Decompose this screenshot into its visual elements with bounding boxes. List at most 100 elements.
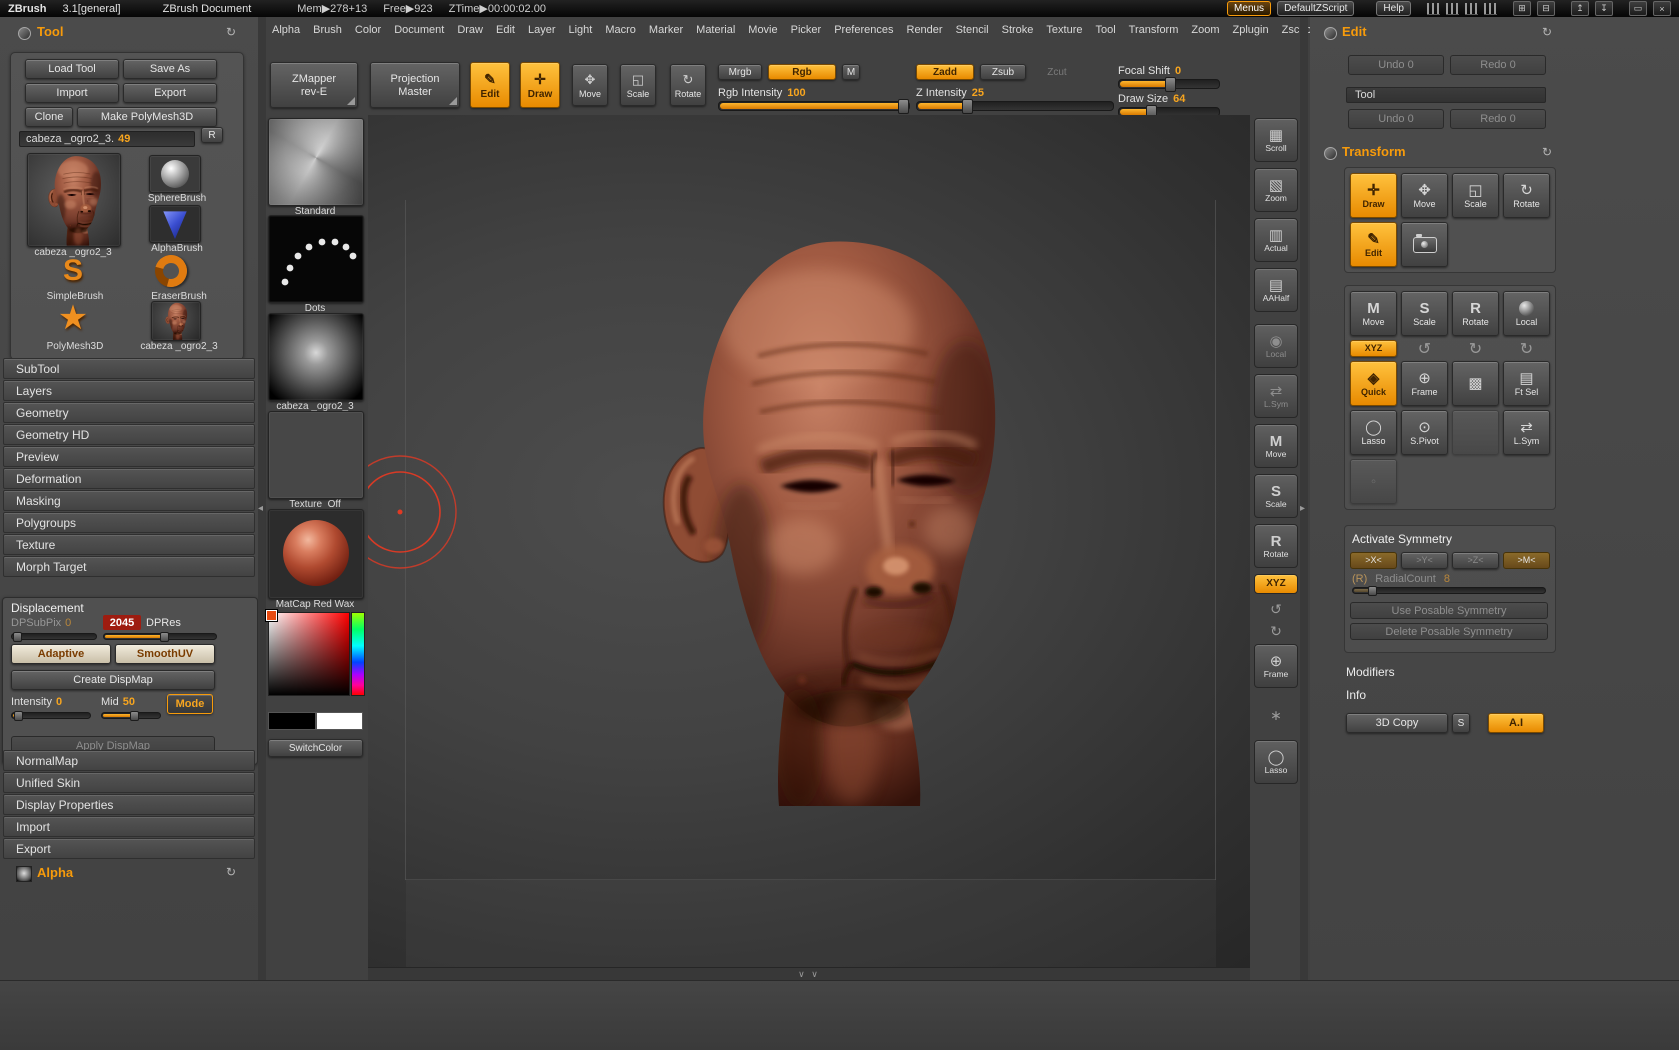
section-import[interactable]: Import (3, 816, 255, 837)
axis-z-rotate-button[interactable]: ↻ (1503, 340, 1550, 358)
transform-rotate-button[interactable]: ↻ Rotate (1503, 173, 1550, 218)
menu-edit[interactable]: Edit (496, 24, 515, 36)
minimize-icon[interactable]: ▭ (1629, 1, 1647, 16)
nav-rotate-button[interactable]: R Rotate (1452, 291, 1499, 336)
alpha-palette-icon[interactable] (16, 866, 32, 882)
xyz-button[interactable]: XYZ (1350, 340, 1397, 357)
spherebrush-thumbnail[interactable] (149, 155, 201, 193)
sym-z-button[interactable]: >Z< (1452, 552, 1499, 569)
tool-redo-button[interactable]: Redo 0 (1450, 109, 1546, 129)
stroke-selector[interactable] (268, 215, 364, 303)
scale-mode-button[interactable]: ◱ Scale (620, 64, 656, 106)
zsub-button[interactable]: Zsub (980, 64, 1026, 80)
ai-button[interactable]: A.I (1488, 713, 1544, 733)
section-export[interactable]: Export (3, 838, 255, 859)
edit-undo-button[interactable]: Undo 0 (1348, 55, 1444, 75)
projection-master-button[interactable]: Projection Master (370, 62, 460, 108)
menu-picker[interactable]: Picker (791, 24, 822, 36)
right-divider[interactable]: ▸ (1300, 17, 1308, 980)
dpsubpix-slider-label[interactable]: DPSubPix 0 (11, 617, 71, 629)
canvas-scrollbar[interactable]: ∨ ∨ (368, 967, 1250, 981)
zmapper-button[interactable]: ZMapper rev-E (270, 62, 358, 108)
draw-mode-button[interactable]: ✛ Draw (520, 62, 560, 108)
sculpt-head-3d-model[interactable] (590, 228, 1060, 808)
tool-subsection-bar[interactable]: Tool (1346, 87, 1546, 103)
alpha-refresh-icon[interactable]: ↻ (226, 865, 236, 879)
right-divider-handle[interactable]: ▸ (1300, 503, 1305, 514)
eraserbrush-thumbnail[interactable] (149, 249, 193, 293)
actual-button[interactable]: ▥ Actual (1254, 218, 1298, 262)
frame-button[interactable]: ⊕ Frame (1254, 644, 1298, 688)
slider-icon[interactable] (1484, 2, 1497, 15)
menu-material[interactable]: Material (696, 24, 735, 36)
rotate-ccw-icon[interactable]: ↺ (1254, 598, 1298, 620)
layout-grid-icon[interactable]: ⊞ (1513, 1, 1531, 16)
info-section[interactable]: Info (1346, 688, 1366, 702)
mrgb-button[interactable]: Mrgb (718, 64, 762, 80)
save-as-button[interactable]: Save As (123, 59, 217, 79)
axis-y-rotate-button[interactable]: ↻ (1452, 340, 1499, 358)
layout-grid2-icon[interactable]: ⊟ (1537, 1, 1555, 16)
displacement-title[interactable]: Displacement (11, 601, 84, 615)
alpha-selector[interactable] (268, 313, 364, 401)
texture-selector[interactable] (268, 411, 364, 499)
mid-slider-label[interactable]: Mid 50 (101, 696, 135, 708)
menu-stroke[interactable]: Stroke (1002, 24, 1034, 36)
menu-macro[interactable]: Macro (605, 24, 636, 36)
dpres-slider[interactable] (103, 632, 217, 642)
section-geometry-hd[interactable]: Geometry HD (3, 424, 255, 445)
menu-preferences[interactable]: Preferences (834, 24, 893, 36)
quick-button[interactable]: ◈ Quick (1350, 361, 1397, 406)
section-polygroups[interactable]: Polygroups (3, 512, 255, 533)
import-button[interactable]: Import (25, 83, 119, 103)
lasso-button[interactable]: ◯ Lasso (1254, 740, 1298, 784)
r-toggle[interactable]: (R) (1352, 573, 1367, 585)
modifiers-section[interactable]: Modifiers (1346, 665, 1395, 679)
scrollbar-chevrons-icon[interactable]: ∨ ∨ (798, 969, 820, 980)
cabeza-thumbnail[interactable] (151, 301, 201, 341)
current-tool-thumbnail[interactable] (27, 153, 121, 247)
menu-light[interactable]: Light (569, 24, 593, 36)
material-selector[interactable] (268, 509, 364, 599)
3d-copy-button[interactable]: 3D Copy (1346, 713, 1448, 733)
left-divider-handle[interactable]: ◂ (258, 503, 263, 514)
edit-refresh-icon[interactable]: ↻ (1542, 25, 1552, 39)
menu-texture[interactable]: Texture (1046, 24, 1082, 36)
section-texture[interactable]: Texture (3, 534, 255, 555)
use-posable-symmetry-button[interactable]: Use Posable Symmetry (1350, 602, 1548, 619)
menu-transform[interactable]: Transform (1129, 24, 1179, 36)
close-icon[interactable]: × (1653, 1, 1671, 16)
edit-palette-icon[interactable] (1324, 27, 1337, 40)
section-morph-target[interactable]: Morph Target (3, 556, 255, 577)
transform-palette-icon[interactable] (1324, 147, 1337, 160)
simplebrush-thumbnail[interactable]: S (45, 253, 101, 289)
section-preview[interactable]: Preview (3, 446, 255, 467)
dpres-value-badge[interactable]: 2045 (103, 615, 141, 630)
slider-icon[interactable] (1427, 2, 1440, 15)
slider-icon[interactable] (1465, 2, 1478, 15)
sym-x-button[interactable]: >X< (1350, 552, 1397, 569)
polymesh3d-thumbnail[interactable]: ★ (45, 299, 101, 337)
menu-draw[interactable]: Draw (457, 24, 483, 36)
load-tool-button[interactable]: Load Tool (25, 59, 119, 79)
sym-y-button[interactable]: >Y< (1401, 552, 1448, 569)
menu-marker[interactable]: Marker (649, 24, 683, 36)
nav-move-button[interactable]: M Move (1254, 424, 1298, 468)
nav-local-button[interactable]: Local (1503, 291, 1550, 336)
aahalf-button[interactable]: ▤ AAHalf (1254, 268, 1298, 312)
lsym-button[interactable]: ⇄ L.Sym (1254, 374, 1298, 418)
swatch-black[interactable] (268, 712, 316, 730)
create-dispmap-button[interactable]: Create DispMap (11, 670, 215, 690)
lasso-button[interactable]: ◯ Lasso (1350, 410, 1397, 455)
menu-alpha[interactable]: Alpha (272, 24, 300, 36)
palette-icon[interactable] (18, 27, 31, 40)
transform-refresh-icon[interactable]: ↻ (1542, 145, 1552, 159)
z-intensity-slider[interactable] (916, 99, 1114, 114)
rgb-intensity-slider[interactable] (718, 99, 910, 114)
canvas[interactable] (368, 115, 1250, 967)
export-button[interactable]: Export (123, 83, 217, 103)
menu-zplugin[interactable]: Zplugin (1233, 24, 1269, 36)
radialcount-slider[interactable] (1352, 586, 1546, 596)
smoothuv-button[interactable]: SmoothUV (115, 644, 215, 664)
menu-render[interactable]: Render (907, 24, 943, 36)
